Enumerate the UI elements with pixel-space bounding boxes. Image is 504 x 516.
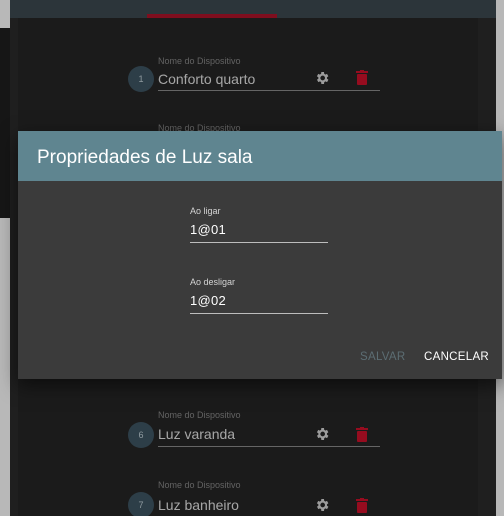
- off-command-input[interactable]: 1@02: [190, 293, 328, 308]
- dialog-header: Propriedades de Luz sala: [18, 131, 502, 181]
- save-button[interactable]: SALVAR: [360, 351, 405, 363]
- dialog-title: Propriedades de Luz sala: [37, 147, 253, 168]
- cancel-button[interactable]: CANCELAR: [424, 351, 489, 363]
- off-command-label: Ao desligar: [190, 277, 236, 287]
- off-command-underline: [190, 313, 328, 314]
- properties-dialog: Propriedades de Luz sala Ao ligar 1@01 A…: [18, 131, 502, 379]
- on-command-underline: [190, 242, 328, 243]
- off-command-field[interactable]: Ao desligar 1@02: [190, 277, 328, 314]
- on-command-input[interactable]: 1@01: [190, 222, 328, 237]
- on-command-label: Ao ligar: [190, 206, 221, 216]
- on-command-field[interactable]: Ao ligar 1@01: [190, 206, 328, 243]
